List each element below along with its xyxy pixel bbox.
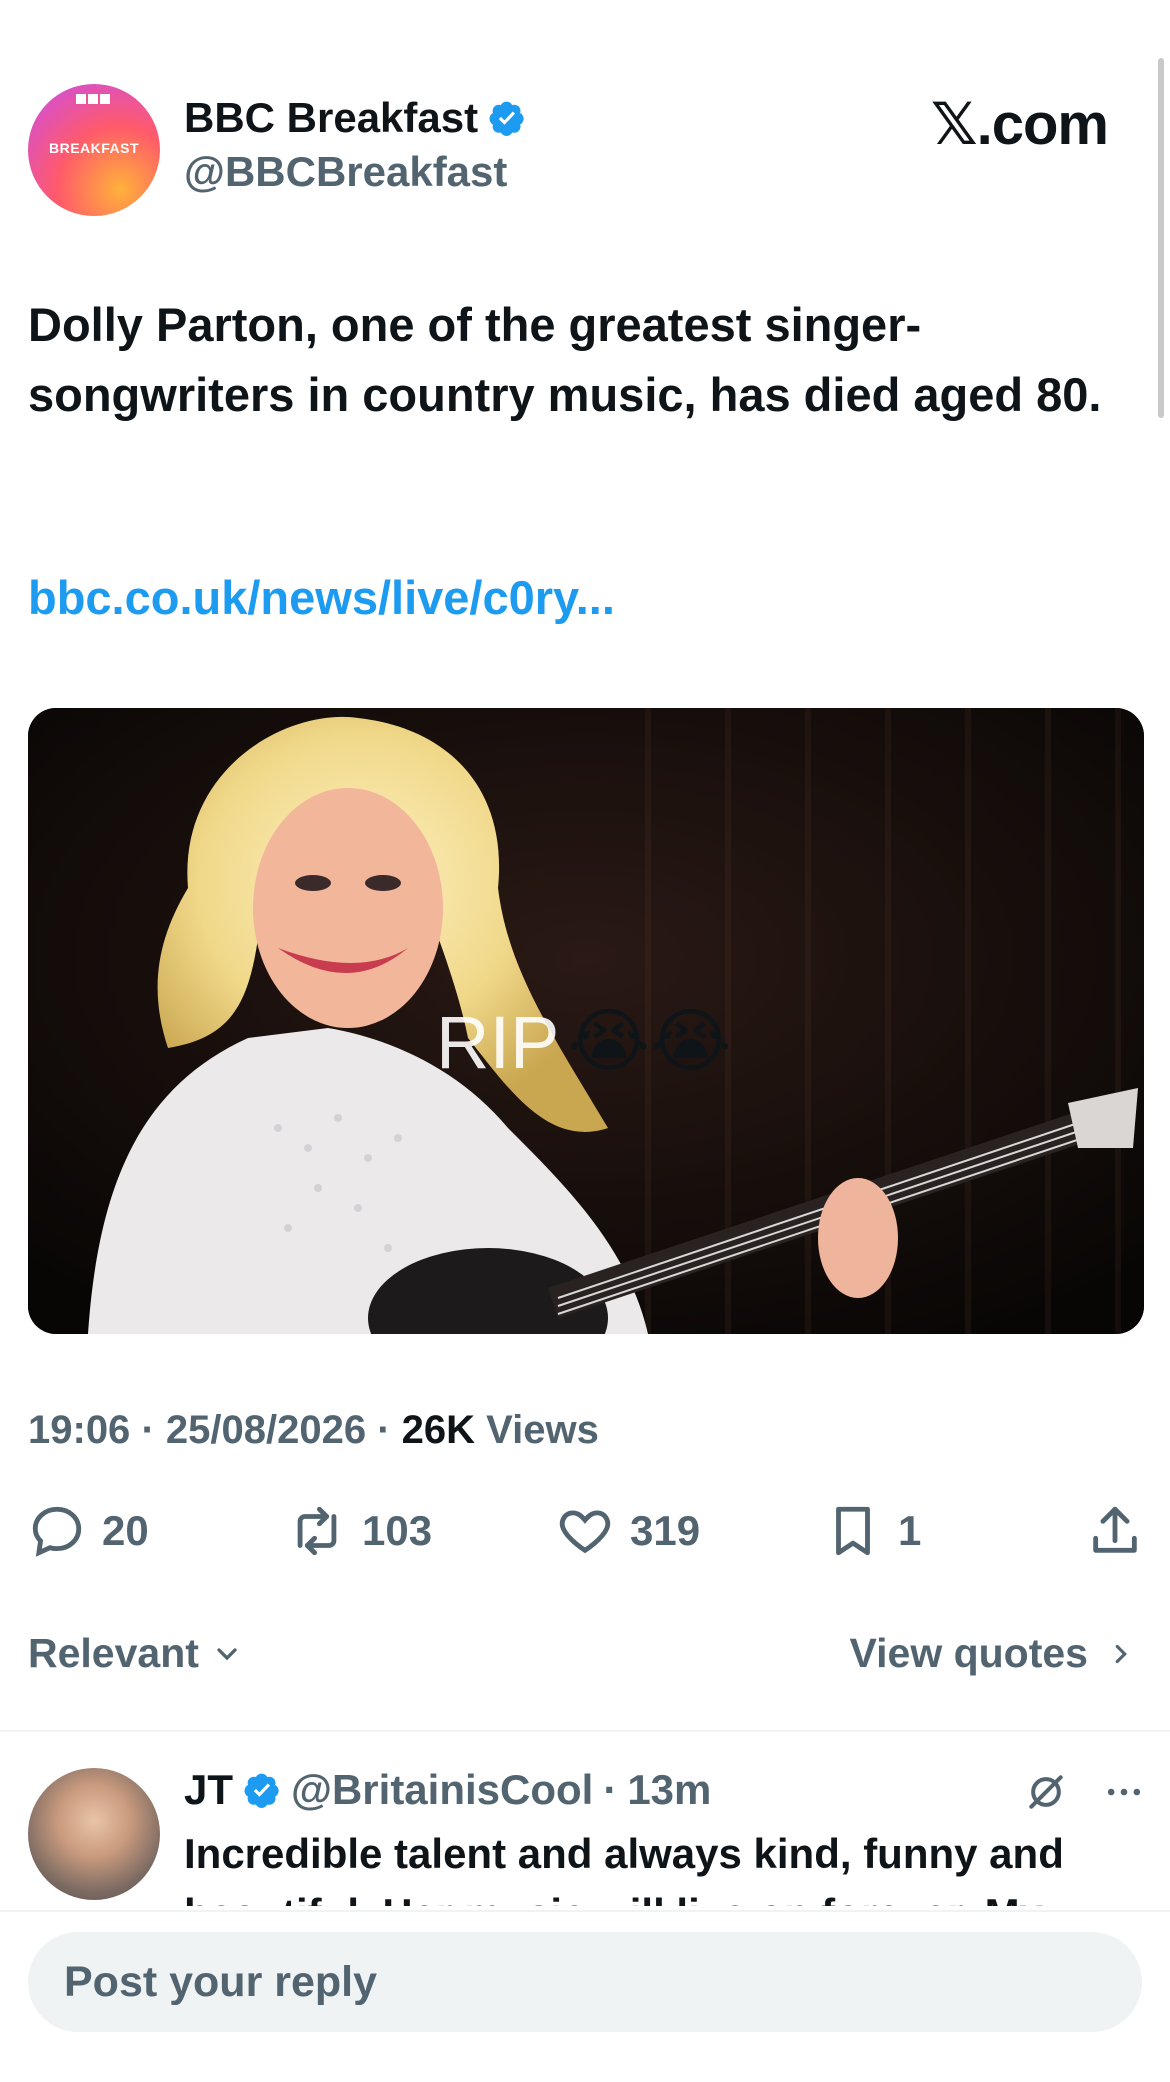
reply-time: 13m [627, 1766, 712, 1813]
post-header: BREAKFAST BBC Breakfast @BBCBreakfast 𝕏.… [28, 84, 1130, 216]
bookmark-icon [836, 1506, 870, 1556]
author-avatar[interactable]: BREAKFAST [28, 84, 160, 216]
heart-icon [559, 1510, 611, 1554]
reply-count: 20 [102, 1507, 149, 1554]
avatar-label: BREAKFAST [48, 140, 140, 156]
reply-text: Incredible talent and always kind, funny… [184, 1830, 1064, 1906]
view-quotes-label: View quotes [849, 1630, 1088, 1676]
bookmark-button[interactable]: 1 [824, 1502, 921, 1560]
source-badge: 𝕏.com [930, 92, 1109, 157]
verified-badge-icon [489, 101, 524, 136]
replies-toolbar: Relevant View quotes [28, 1630, 1136, 1690]
repost-icon [297, 1506, 337, 1556]
view-quotes-link[interactable]: View quotes [850, 1630, 1136, 1677]
grok-icon[interactable] [1024, 1770, 1068, 1814]
author-name[interactable]: BBC Breakfast [184, 94, 478, 142]
reply-composer-bar: Post your reply [0, 1910, 1170, 2082]
chevron-right-icon [1115, 1644, 1127, 1663]
reply-bubble-icon [32, 1506, 82, 1557]
views-label: Views [486, 1408, 599, 1452]
verified-badge-icon [244, 1773, 279, 1808]
views-count: 26K [401, 1408, 476, 1452]
reply-author-name[interactable]: JT [184, 1766, 233, 1814]
bookmark-count: 1 [898, 1507, 922, 1554]
repost-count: 103 [362, 1507, 433, 1554]
author-handle[interactable]: @BBCBreakfast [184, 148, 526, 196]
divider [0, 1730, 1170, 1732]
bbc-logo-icon [76, 94, 110, 104]
post-time: 19:06 [28, 1408, 131, 1452]
like-count: 319 [630, 1507, 701, 1554]
post-text: Dolly Parton, one of the greatest singer… [28, 298, 1102, 421]
more-options-icon[interactable] [1102, 1770, 1146, 1814]
sort-dropdown[interactable]: Relevant [28, 1630, 243, 1677]
share-button[interactable] [1086, 1502, 1144, 1560]
author-info: BBC Breakfast @BBCBreakfast [184, 94, 526, 196]
post-image[interactable]: RIP 😭😭 [28, 708, 1144, 1334]
action-bar: 20 103 319 1 [28, 1502, 1146, 1572]
crying-face-emoji-icon: 😭😭 [568, 1002, 732, 1080]
repost-button[interactable]: 103 [288, 1502, 432, 1560]
scrollbar[interactable] [1158, 58, 1164, 418]
share-icon [1093, 1506, 1137, 1553]
reply-avatar[interactable] [28, 1768, 160, 1900]
sort-label: Relevant [28, 1630, 199, 1676]
media-overlay-text: RIP [436, 1001, 560, 1084]
like-button[interactable]: 319 [556, 1502, 700, 1560]
reply-item[interactable]: JT @BritainisCool · 13m Incredible talen… [28, 1766, 1146, 1906]
reply-header: JT @BritainisCool · 13m [184, 1766, 712, 1814]
post-link[interactable]: bbc.co.uk/news/live/c0ry... [28, 570, 615, 625]
reply-button[interactable]: 20 [28, 1502, 149, 1560]
reply-author-handle[interactable]: @BritainisCool [291, 1766, 593, 1814]
reply-tools [1024, 1770, 1146, 1814]
post-meta: 19:06 · 25/08/2026 · 26K Views [28, 1408, 599, 1452]
reply-input[interactable]: Post your reply [28, 1932, 1142, 2032]
chevron-down-icon [217, 1647, 237, 1660]
post-date: 25/08/2026 [165, 1408, 367, 1452]
